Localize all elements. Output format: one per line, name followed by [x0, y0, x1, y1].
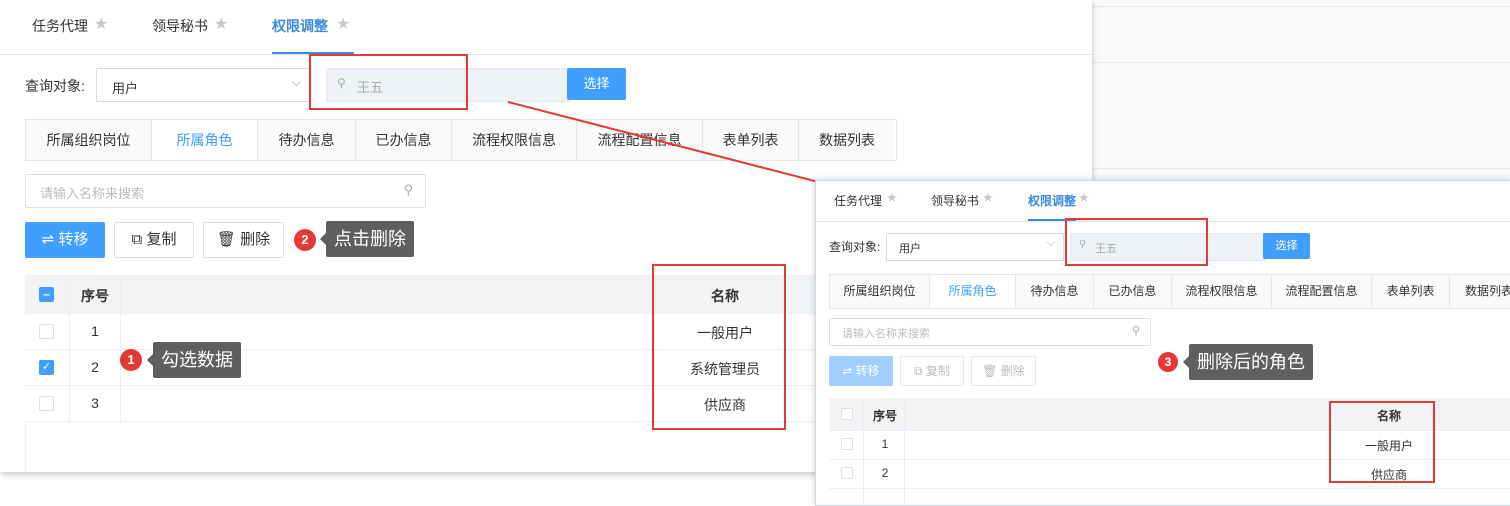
trash-icon: 🗑 [216, 231, 236, 248]
subtab-form-list[interactable]: 表单列表 [1372, 275, 1450, 308]
delete-button[interactable]: 🗑 删除 [203, 222, 284, 258]
column-divider [120, 275, 121, 423]
column-divider [863, 398, 864, 505]
col-index-header: 序号 [81, 288, 109, 304]
tab-task-proxy[interactable]: 任务代理 [834, 192, 882, 209]
star-icon[interactable]: ★ [886, 190, 898, 206]
subtab-data-list[interactable]: 数据列表 [1450, 275, 1510, 308]
search-icon: ⚲ [1131, 325, 1140, 337]
row-index: 1 [881, 437, 889, 451]
subtab-org-post[interactable]: 所属组织岗位 [26, 120, 152, 160]
query-object-label: 查询对象: [25, 78, 85, 94]
step-tip-1: 勾选数据 [147, 342, 241, 378]
row-index: 1 [91, 323, 99, 339]
object-type-value: 用户 [112, 81, 139, 96]
col-index-header: 序号 [872, 409, 897, 423]
star-icon[interactable]: ★ [94, 14, 108, 34]
highlight-user-box-after [1065, 218, 1208, 266]
search-icon: ⚲ [403, 182, 413, 197]
subtab-data-list[interactable]: 数据列表 [799, 120, 895, 160]
highlight-user-box [309, 54, 468, 110]
row-index: 2 [881, 466, 889, 480]
star-icon[interactable]: ★ [214, 14, 228, 34]
top-tabbar: 任务代理 ★ 领导秘书 ★ 权限调整 ★ [0, 0, 1092, 55]
highlight-name-column-after [1329, 401, 1435, 483]
search-placeholder: 请输入名称来搜索 [842, 328, 930, 340]
tab-task-proxy[interactable]: 任务代理 [32, 16, 88, 36]
name-search-input[interactable]: 请输入名称来搜索 ⚲ [25, 174, 426, 208]
select-button[interactable]: 选择 [567, 68, 626, 100]
row-index: 2 [91, 359, 99, 375]
row-checkbox[interactable] [39, 396, 54, 411]
delete-label: 删除 [240, 231, 271, 248]
subtab-todo[interactable]: 待办信息 [258, 120, 356, 160]
object-type-select[interactable]: 用户 ⌵ [96, 68, 310, 102]
step-tip-3: 删除后的角色 [1183, 344, 1313, 380]
select-all-checkbox[interactable]: – [39, 287, 54, 302]
step-badge-1: 1 [120, 349, 142, 371]
copy-icon: ⧉ [914, 364, 923, 378]
step-badge-3: 3 [1158, 352, 1178, 372]
subtab-org-post[interactable]: 所属组织岗位 [830, 275, 930, 308]
select-all-checkbox[interactable] [841, 408, 853, 420]
copy-icon: ⧉ [131, 231, 143, 248]
subtabs: 所属组织岗位 所属角色 待办信息 已办信息 流程权限信息 流程配置信息 表单列表… [25, 119, 897, 161]
subtab-roles[interactable]: 所属角色 [152, 120, 258, 160]
row-checkbox[interactable] [39, 324, 54, 339]
transfer-button[interactable]: ⇌ 转移 [25, 222, 105, 258]
chevron-down-icon: ⌵ [291, 75, 301, 89]
column-divider [69, 275, 70, 423]
select-button[interactable]: 选择 [1263, 233, 1310, 259]
tab-permission-adjust[interactable]: 权限调整 [272, 16, 328, 36]
search-placeholder: 请输入名称来搜索 [40, 186, 145, 201]
copy-button[interactable]: ⧉ 复制 [114, 222, 194, 258]
copy-label: 复制 [925, 364, 950, 378]
top-tabbar: 任务代理 ★ 领导秘书 ★ 权限调整 ★ [816, 181, 1510, 222]
tab-leader-secretary[interactable]: 领导秘书 [152, 16, 208, 36]
subtab-flow-permission[interactable]: 流程权限信息 [452, 120, 577, 160]
subtabs: 所属组织岗位 所属角色 待办信息 已办信息 流程权限信息 流程配置信息 表单列表… [829, 274, 1510, 309]
row-checkbox-checked[interactable]: ✓ [39, 360, 54, 375]
star-icon[interactable]: ★ [982, 190, 994, 206]
object-type-select[interactable]: 用户 ⌵ [886, 233, 1064, 261]
column-divider [904, 398, 905, 505]
row-checkbox[interactable] [841, 438, 853, 450]
subtab-todo[interactable]: 待办信息 [1016, 275, 1094, 308]
row-checkbox[interactable] [841, 467, 853, 479]
chevron-down-icon: ⌵ [1046, 237, 1055, 249]
tab-permission-adjust[interactable]: 权限调整 [1028, 192, 1076, 209]
row-index: 3 [91, 395, 99, 411]
star-icon[interactable]: ★ [1078, 190, 1090, 206]
highlight-name-column [652, 264, 786, 430]
object-type-value: 用户 [899, 243, 921, 255]
subtab-flow-permission[interactable]: 流程权限信息 [1172, 275, 1272, 308]
trash-icon: 🗑 [982, 364, 998, 378]
subtab-done[interactable]: 已办信息 [1094, 275, 1172, 308]
name-search-input[interactable]: 请输入名称来搜索 ⚲ [829, 318, 1151, 346]
subtab-roles[interactable]: 所属角色 [930, 275, 1016, 308]
delete-label: 删除 [1000, 364, 1025, 378]
step-badge-2: 2 [294, 229, 316, 251]
subtab-form-list[interactable]: 表单列表 [703, 120, 799, 160]
transfer-button[interactable]: ⇌ 转移 [829, 356, 893, 386]
copy-button[interactable]: ⧉ 复制 [900, 356, 964, 386]
subtab-flow-config[interactable]: 流程配置信息 [1272, 275, 1372, 308]
star-icon[interactable]: ★ [336, 14, 350, 34]
subtab-flow-config[interactable]: 流程配置信息 [577, 120, 703, 160]
step-tip-2: 点击删除 [320, 221, 414, 257]
table-edge [25, 423, 26, 472]
copy-label: 复制 [146, 231, 177, 248]
tab-leader-secretary[interactable]: 领导秘书 [931, 192, 979, 209]
delete-button[interactable]: 🗑 删除 [971, 356, 1036, 386]
subtab-done[interactable]: 已办信息 [356, 120, 452, 160]
query-object-label: 查询对象: [829, 240, 881, 254]
